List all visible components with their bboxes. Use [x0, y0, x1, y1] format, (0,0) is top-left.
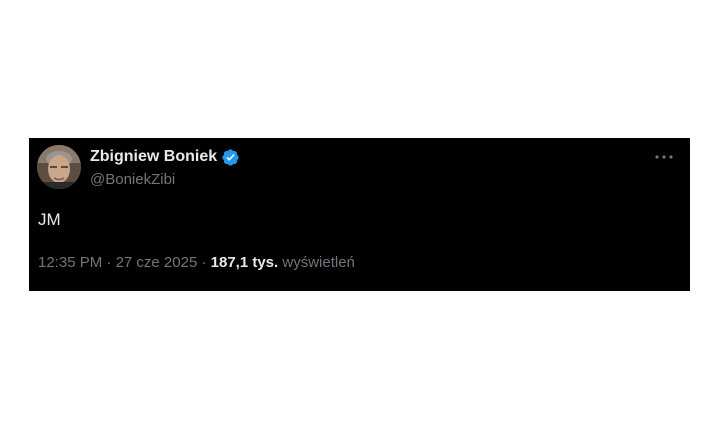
meta-separator: · — [197, 254, 211, 271]
views-label: wyświetleń — [278, 254, 355, 271]
tweet-meta: 12:35 PM · 27 cze 2025 · 187,1 tys. wyśw… — [38, 253, 355, 273]
meta-separator: · — [102, 254, 116, 271]
avatar-image — [37, 145, 81, 189]
user-handle[interactable]: @BoniekZibi — [90, 170, 240, 190]
display-name[interactable]: Zbigniew Boniek — [90, 147, 217, 167]
verified-badge-icon[interactable] — [221, 148, 240, 167]
more-options-button[interactable] — [652, 148, 676, 166]
tweet-time[interactable]: 12:35 PM — [38, 254, 102, 271]
views-count[interactable]: 187,1 tys. — [211, 254, 279, 271]
tweet-text: JM — [38, 210, 61, 229]
tweet-author: Zbigniew Boniek @BoniekZibi — [90, 147, 240, 190]
tweet-card: Zbigniew Boniek @BoniekZibi JM 12:35 PM … — [29, 138, 690, 291]
avatar[interactable] — [37, 145, 81, 189]
tweet-date[interactable]: 27 cze 2025 — [116, 254, 198, 271]
name-row: Zbigniew Boniek — [90, 147, 240, 167]
more-options-icon — [655, 155, 673, 159]
